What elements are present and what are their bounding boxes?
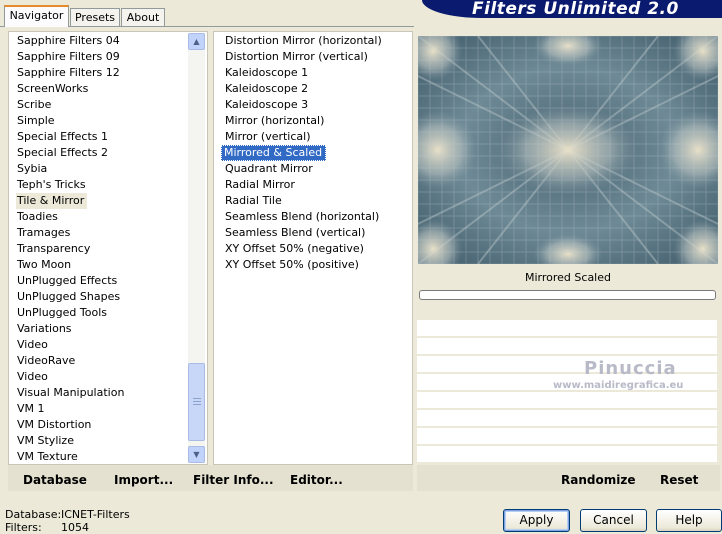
filter-item[interactable]: Mirror (vertical) [224, 129, 382, 145]
filter-item[interactable]: Mirrored & Scaled [221, 145, 327, 161]
tab-about[interactable]: About [121, 8, 165, 26]
database-button[interactable]: Database [23, 473, 87, 487]
tab-navigator[interactable]: Navigator [4, 5, 69, 27]
category-item[interactable]: UnPlugged Effects [16, 273, 124, 289]
filter-item[interactable]: Mirror (horizontal) [224, 113, 382, 129]
category-item[interactable]: VM Distortion [16, 417, 124, 433]
category-item[interactable]: Toadies [16, 209, 124, 225]
filter-preview-image [418, 36, 718, 264]
filter-item[interactable]: XY Offset 50% (positive) [224, 257, 382, 273]
filters-value: 1054 [61, 521, 89, 534]
status-database: Database: ICNET-Filters [5, 508, 130, 521]
chevron-up-icon: ▲ [193, 37, 200, 46]
filter-item[interactable]: Quadrant Mirror [224, 161, 382, 177]
category-item[interactable]: VM Stylize [16, 433, 124, 449]
category-item[interactable]: VideoRave [16, 353, 124, 369]
parameter-area [417, 320, 717, 464]
filter-item[interactable]: Kaleidoscope 3 [224, 97, 382, 113]
reset-button[interactable]: Reset [660, 473, 698, 487]
database-value: ICNET-Filters [61, 508, 130, 521]
category-item[interactable]: Variations [16, 321, 124, 337]
category-item[interactable]: Tramages [16, 225, 124, 241]
scroll-up-button[interactable]: ▲ [188, 33, 205, 50]
category-item[interactable]: Special Effects 1 [16, 129, 124, 145]
category-item[interactable]: ScreenWorks [16, 81, 124, 97]
category-item[interactable]: Teph's Tricks [16, 177, 124, 193]
category-item[interactable]: Scribe [16, 97, 124, 113]
help-button[interactable]: Help [656, 509, 722, 532]
import-button[interactable]: Import... [114, 473, 173, 487]
filter-item[interactable]: XY Offset 50% (negative) [224, 241, 382, 257]
category-item[interactable]: VM 1 [16, 401, 124, 417]
scroll-down-button[interactable]: ▼ [188, 446, 205, 463]
category-list: Sapphire Filters 04 Sapphire Filters 09 Sa… [16, 33, 124, 465]
grip-line [193, 404, 201, 405]
editor-button[interactable]: Editor... [290, 473, 343, 487]
category-item[interactable]: Video [16, 369, 124, 385]
watermark-name: Pinuccia [584, 358, 677, 379]
category-item[interactable]: Two Moon [16, 257, 124, 273]
watermark-site: www.maidiregrafica.eu [553, 380, 684, 391]
category-item[interactable]: Simple [16, 113, 124, 129]
cancel-button[interactable]: Cancel [580, 509, 647, 532]
category-item[interactable]: Transparency [16, 241, 124, 257]
filter-item[interactable]: Kaleidoscope 1 [224, 65, 382, 81]
category-item[interactable]: Special Effects 2 [16, 145, 124, 161]
grip-line [193, 398, 201, 399]
filter-item[interactable]: Radial Mirror [224, 177, 382, 193]
filter-list-panel: Distortion Mirror (horizontal) Distortion… [213, 31, 413, 465]
category-item[interactable]: Video [16, 337, 124, 353]
title-banner: Filters Unlimited 2.0 [422, 0, 722, 19]
category-item[interactable]: Sybia [16, 161, 124, 177]
filter-item[interactable]: Radial Tile [224, 193, 382, 209]
category-item[interactable]: Sapphire Filters 09 [16, 49, 124, 65]
category-item[interactable]: VM Texture [16, 449, 124, 465]
chevron-down-icon: ▼ [193, 450, 200, 459]
right-toolbar: Randomize Reset [417, 465, 720, 491]
category-item[interactable]: UnPlugged Tools [16, 305, 124, 321]
scroll-thumb[interactable] [188, 363, 205, 441]
category-item[interactable]: Visual Manipulation [16, 385, 124, 401]
database-label: Database: [5, 508, 62, 521]
category-item[interactable]: Tile & Mirror [16, 193, 88, 209]
filter-list: Distortion Mirror (horizontal) Distortion… [221, 33, 382, 273]
filter-item[interactable]: Seamless Blend (vertical) [224, 225, 382, 241]
banner-title: Filters Unlimited 2.0 [472, 0, 679, 19]
filter-item[interactable]: Distortion Mirror (horizontal) [224, 33, 382, 49]
filter-info-button[interactable]: Filter Info... [193, 473, 274, 487]
category-item[interactable]: Sapphire Filters 04 [16, 33, 124, 49]
tab-presets[interactable]: Presets [70, 8, 120, 26]
category-list-panel: Sapphire Filters 04 Sapphire Filters 09 Sa… [8, 31, 208, 465]
filters-label: Filters: [5, 521, 42, 534]
category-item[interactable]: Sapphire Filters 12 [16, 65, 124, 81]
category-item[interactable]: UnPlugged Shapes [16, 289, 124, 305]
grip-line [193, 401, 201, 402]
apply-button[interactable]: Apply [503, 509, 570, 532]
filter-item[interactable]: Seamless Blend (horizontal) [224, 209, 382, 225]
category-scrollbar[interactable]: ▲ ▼ [188, 33, 205, 463]
status-filters: Filters: 1054 [5, 521, 89, 534]
filter-item[interactable]: Distortion Mirror (vertical) [224, 49, 382, 65]
left-toolbar: Database Import... Filter Info... Editor… [8, 465, 413, 491]
filter-item[interactable]: Kaleidoscope 2 [224, 81, 382, 97]
progress-gauge [419, 290, 716, 300]
randomize-button[interactable]: Randomize [561, 473, 635, 487]
preview-label: Mirrored Scaled [525, 271, 611, 284]
